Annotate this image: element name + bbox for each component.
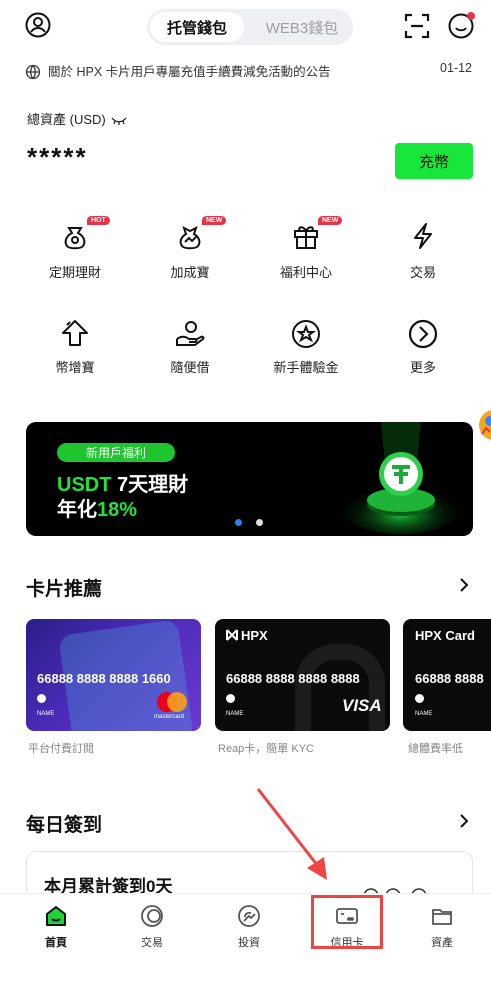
new-badge: NEW — [202, 216, 227, 225]
eye-closed-icon[interactable] — [111, 116, 127, 126]
scan-icon[interactable] — [404, 13, 430, 39]
feature-label: 加成寶 — [170, 265, 210, 280]
banner-rate-value: 18% — [97, 499, 138, 521]
new-badge: NEW — [318, 216, 343, 225]
cards-more-chevron-icon[interactable] — [459, 577, 469, 593]
nav-label: 首頁 — [45, 937, 67, 949]
card-brand: mastercard — [154, 714, 185, 720]
card-number: 66888 8888 8888 1660 — [37, 671, 171, 686]
card-chip-icon — [226, 694, 235, 703]
card-logo: HPX — [241, 628, 268, 643]
card-number: 66888 8888 8888 8888 — [226, 671, 360, 686]
feature-trade[interactable]: 交易 — [373, 218, 473, 281]
invest-icon — [237, 904, 261, 928]
visa-logo: VISA — [342, 696, 382, 715]
mastercard-icon — [156, 691, 188, 713]
card-holder-name: NAME — [226, 711, 244, 717]
feature-label: 更多 — [409, 360, 436, 375]
chevron-circle-icon — [373, 317, 473, 353]
feature-boost[interactable]: NEW 加成寶 — [140, 216, 240, 281]
promo-banner[interactable]: 新用戶福利 USDT 7天理財 年化18% — [26, 422, 473, 536]
credit-card-highlight-box — [311, 895, 383, 949]
card-caption: 總體費率低 — [408, 743, 463, 755]
card-chip-icon — [37, 694, 46, 703]
feature-easy-borrow[interactable]: 隨便借 — [140, 317, 240, 376]
nav-label: 投資 — [238, 937, 260, 949]
feature-more[interactable]: 更多 — [373, 317, 473, 376]
floating-mascot-icon[interactable] — [476, 404, 491, 446]
globe-icon — [25, 64, 41, 80]
banner-rate-label: 年化 — [57, 499, 97, 521]
usdt-coin-icon — [331, 422, 471, 536]
lightning-icon — [373, 218, 473, 256]
banner-pill: 新用戶福利 — [57, 443, 175, 462]
feature-label: 幣增寶 — [55, 360, 95, 375]
gift-icon: NEW — [256, 216, 356, 256]
total-assets-value: ***** — [27, 142, 88, 172]
card-caption: 平台付費訂閱 — [28, 743, 94, 755]
card-number: 66888 8888 — [415, 671, 484, 686]
feature-welfare-center[interactable]: NEW 福利中心 — [256, 216, 356, 281]
hpx-logo-icon — [226, 629, 238, 641]
cards-section-title: 卡片推薦 — [26, 579, 103, 600]
announcement-text[interactable]: 關於 HPX 卡片用戶專屬充值手續費減免活動的公告 — [48, 61, 331, 80]
checkin-more-chevron-icon[interactable] — [459, 813, 469, 829]
total-assets-label: 總資產 (USD) — [27, 109, 127, 128]
feature-coin-grow[interactable]: 幣增寶 — [25, 317, 125, 376]
trade-icon — [140, 904, 164, 928]
deposit-button[interactable]: 充幣 — [395, 143, 473, 179]
support-chat-icon[interactable] — [447, 11, 477, 41]
nav-assets[interactable]: 資產 — [407, 904, 477, 950]
feature-label: 定期理財 — [48, 265, 101, 280]
nav-home[interactable]: 首頁 — [21, 904, 91, 950]
hand-coin-icon — [140, 317, 240, 353]
boost-bag-icon: NEW — [140, 216, 240, 256]
folder-icon — [430, 904, 454, 928]
bottom-nav: 首頁 交易 投資 信用卡 資產 — [0, 893, 491, 983]
nav-label: 資產 — [431, 937, 453, 949]
arrow-up-icon — [25, 317, 125, 353]
tab-custodial-wallet[interactable]: 托管錢包 — [150, 12, 244, 42]
home-icon — [44, 904, 68, 928]
hot-badge: HOT — [87, 216, 110, 225]
card-caption: Reap卡，簡單 KYC — [218, 743, 314, 755]
star-badge-icon — [256, 317, 356, 353]
annotation-arrow-icon — [255, 786, 335, 886]
feature-label: 新手體驗金 — [273, 360, 339, 375]
feature-fixed-savings[interactable]: HOT 定期理財 — [25, 216, 125, 281]
feature-newbie-bonus[interactable]: 新手體驗金 — [256, 317, 356, 376]
feature-label: 福利中心 — [279, 265, 332, 280]
card-chip-icon — [415, 694, 424, 703]
card-mastercard[interactable]: 66888 8888 8888 1660 NAME mastercard — [26, 619, 201, 731]
money-bag-icon: HOT — [25, 216, 125, 256]
nav-label: 交易 — [141, 937, 163, 949]
feature-label: 隨便借 — [170, 360, 210, 375]
carousel-dot-active[interactable] — [235, 519, 242, 526]
nav-trade[interactable]: 交易 — [117, 904, 187, 950]
tab-web3-wallet[interactable]: WEB3錢包 — [257, 12, 347, 42]
card-hpx-card[interactable]: HPX Card 66888 8888 NAME — [403, 619, 491, 731]
profile-icon[interactable] — [25, 12, 51, 38]
wallet-tabs: 托管錢包 WEB3錢包 — [147, 9, 353, 45]
carousel-dot[interactable] — [256, 519, 263, 526]
card-holder-name: NAME — [415, 711, 433, 717]
nav-invest[interactable]: 投資 — [214, 904, 284, 950]
total-assets-label-text: 總資產 (USD) — [27, 112, 106, 127]
card-hpx-visa[interactable]: HPX 66888 8888 8888 8888 NAME VISA — [215, 619, 390, 731]
card-holder-name: NAME — [37, 711, 55, 717]
banner-rate: 年化18% — [57, 493, 137, 522]
announcement-date: 01-12 — [440, 61, 472, 75]
card-decor — [295, 644, 385, 731]
checkin-section-title: 每日簽到 — [26, 815, 103, 836]
feature-label: 交易 — [409, 265, 436, 280]
card-logo: HPX Card — [415, 628, 475, 643]
